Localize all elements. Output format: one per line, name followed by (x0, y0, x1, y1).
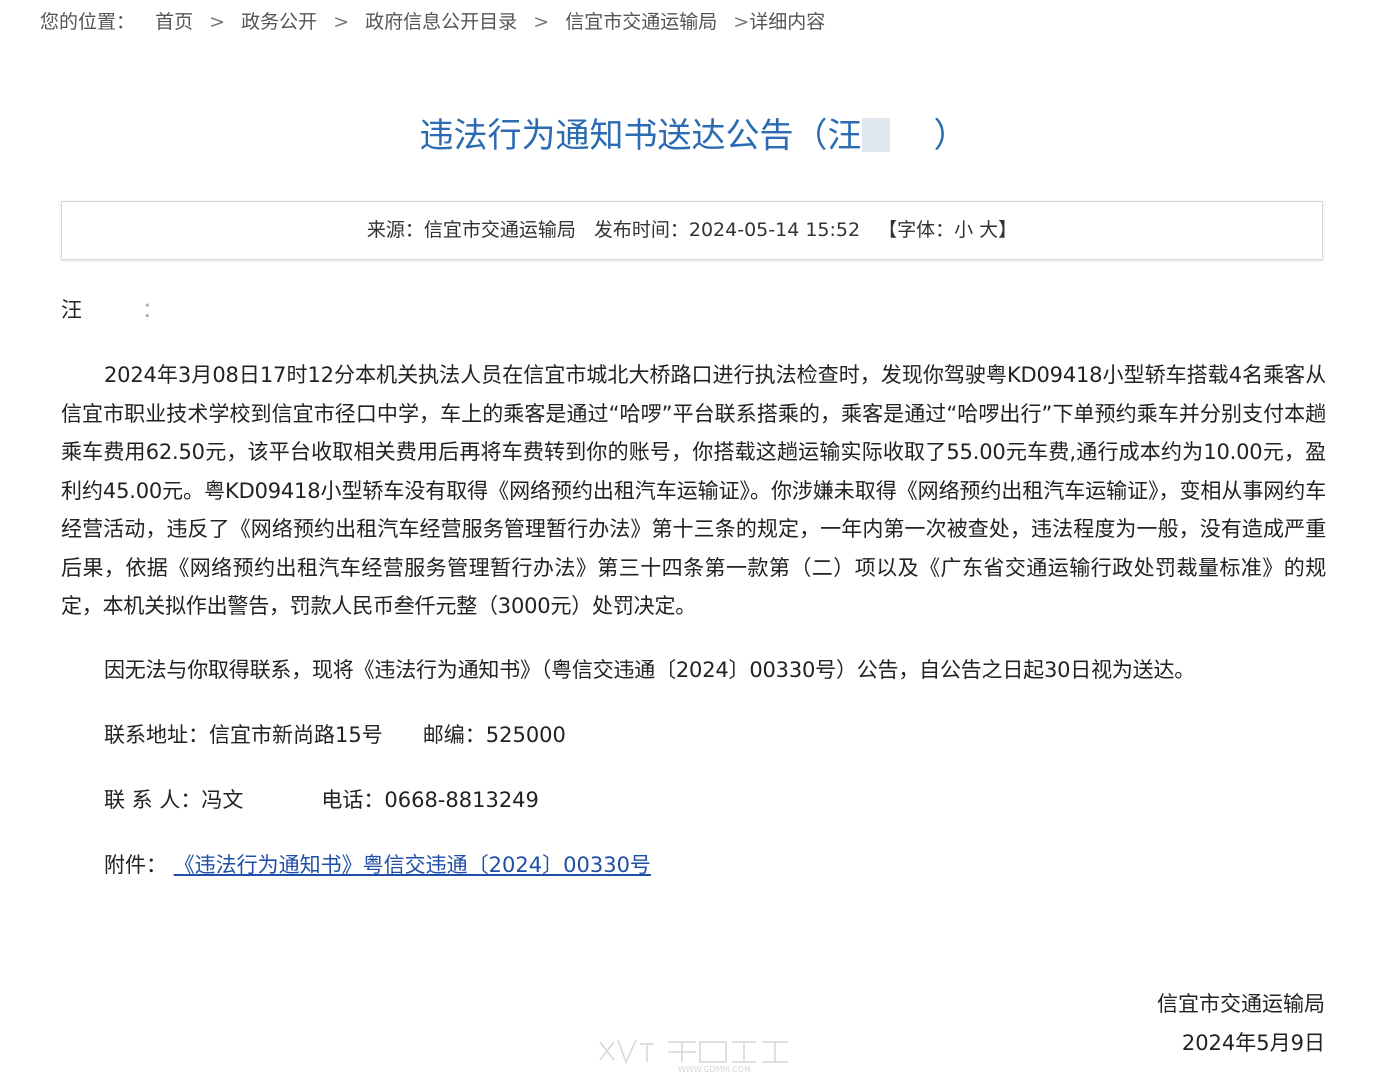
signature-org: 信宜市交通运输局 (1157, 992, 1325, 1016)
attachment-row: 附件： 《违法行为通知书》粤信交违通〔2024〕00330号 (104, 846, 1326, 884)
font-size-close: 】 (998, 219, 1018, 241)
redaction-block (861, 118, 890, 152)
breadcrumb-current: 详细内容 (749, 11, 826, 33)
breadcrumb-bureau-link[interactable]: 信宜市交通运输局 (565, 11, 717, 33)
address-label: 联系地址： (104, 723, 209, 747)
font-size-small-button[interactable]: 小 (954, 219, 973, 241)
breadcrumb-home-link[interactable]: 首页 (155, 11, 193, 33)
watermark-url: WWW.GDMM.COM (678, 1065, 751, 1074)
contact-person-value: 冯文 (201, 788, 244, 812)
attachment-label: 附件： (104, 853, 167, 877)
signature-block: 信宜市交通运输局 2024年5月9日 (1157, 985, 1325, 1063)
notice-paragraph: 2024年3月08日17时12分本机关执法人员在信宜市城北大桥路口进行执法检查时… (61, 363, 1326, 618)
breadcrumb-gov-affairs-link[interactable]: 政务公开 (241, 11, 317, 33)
signature-date: 2024年5月9日 (1181, 1031, 1325, 1055)
breadcrumb: 您的位置： 首页 > 政务公开 > 政府信息公开目录 > 信宜市交通运输局 >详… (40, 8, 825, 36)
salutation-colon: ： (142, 298, 163, 322)
address-value: 信宜市新尚路15号 (209, 723, 383, 747)
breadcrumb-prefix: 您的位置： (40, 11, 136, 33)
person-row: 联 系 人：冯文 电话：0668-8813249 (104, 781, 1326, 819)
page-title: 违法行为通知书送达公告（汪 ） (0, 112, 1387, 160)
address-row: 联系地址：信宜市新尚路15号 邮编：525000 (104, 716, 1326, 754)
breadcrumb-separator: > (333, 11, 350, 33)
attachment-link[interactable]: 《违法行为通知书》粤信交违通〔2024〕00330号 (174, 853, 651, 877)
salutation: 汪： (61, 290, 1326, 330)
postcode-label: 邮编： (422, 723, 486, 747)
source-value: 信宜市交通运输局 (423, 219, 576, 241)
article-meta-box: 来源：信宜市交通运输局 发布时间：2024-05-14 15:52 【字体：小 大】 (61, 201, 1323, 260)
source-label: 来源： (366, 219, 424, 241)
delivery-paragraph: 因无法与你取得联系，现将《违法行为通知书》（粤信交违通〔2024〕00330号）… (104, 657, 1196, 682)
phone-value: 0668-8813249 (384, 788, 539, 812)
article-body: 汪： 2024年3月08日17时12分本机关执法人员在信宜市城北大桥路口进行执法… (61, 290, 1326, 911)
phone-label: 电话： (321, 788, 385, 812)
publish-time-label: 发布时间： (593, 219, 689, 241)
contact-info: 联系地址：信宜市新尚路15号 邮编：525000 联 系 人：冯文 电话：0668-… (61, 716, 1326, 884)
breadcrumb-separator: > (209, 11, 226, 33)
salutation-name: 汪 (61, 298, 82, 322)
font-size-label: 【字体： (878, 219, 955, 241)
publish-time-value: 2024-05-14 15:52 (688, 219, 861, 241)
breadcrumb-separator: > (733, 11, 750, 33)
watermark-logo: WWW.GDMM.COM (596, 1034, 796, 1074)
title-text: 违法行为通知书送达公告（汪 (419, 116, 862, 156)
contact-person-label: 联 系 人： (104, 788, 202, 812)
font-size-large-button[interactable]: 大 (979, 219, 998, 241)
breadcrumb-info-catalog-link[interactable]: 政府信息公开目录 (365, 11, 517, 33)
postcode-value: 525000 (485, 723, 566, 747)
title-closing: ） (933, 116, 968, 156)
breadcrumb-separator: > (533, 11, 550, 33)
watermark-logo-graphic: WWW.GDMM.COM (599, 1039, 788, 1074)
